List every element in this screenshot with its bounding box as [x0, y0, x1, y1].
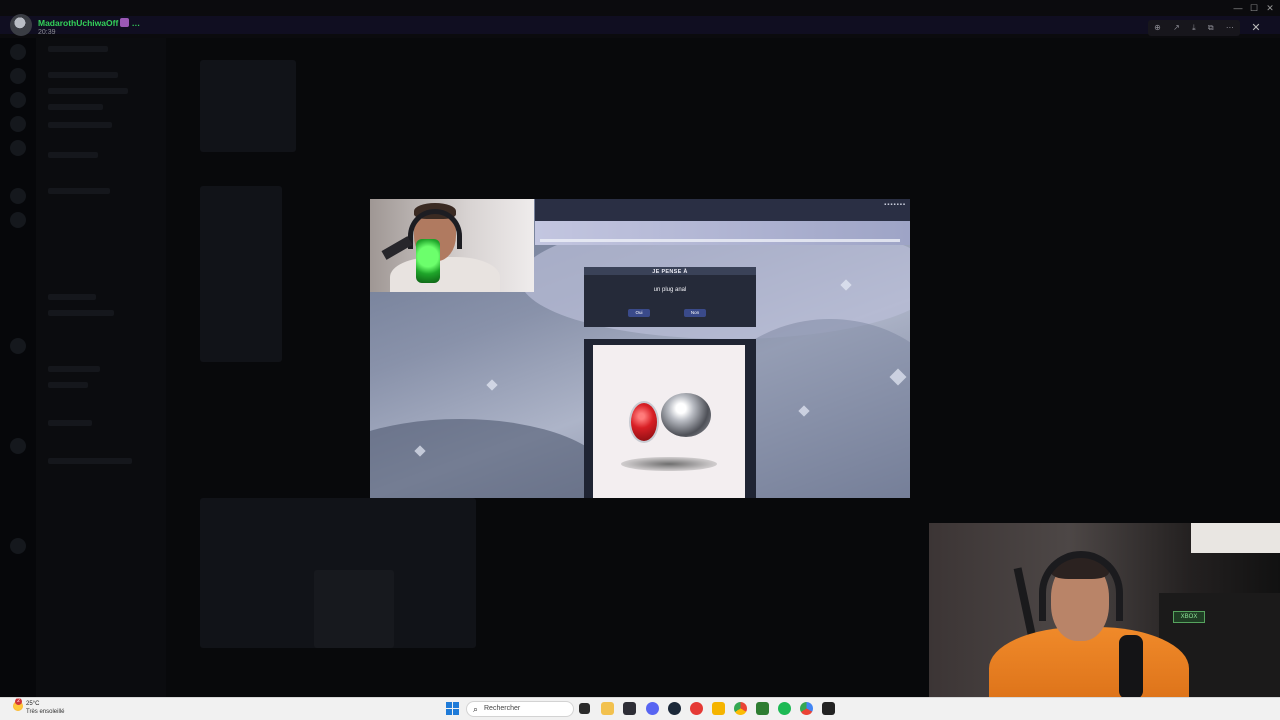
- background-shape: [370, 419, 610, 498]
- product-shadow: [621, 457, 717, 471]
- stream-image[interactable]: ▪▪▪▪▪▪▪ JE PENSE À un plug anal Oui Non: [370, 199, 910, 498]
- channel-item: [48, 152, 98, 158]
- server-icon: [10, 438, 26, 454]
- akinator-answer-card: JE PENSE À un plug anal Oui Non: [584, 267, 756, 327]
- sparkle-icon: [486, 379, 498, 391]
- channel-item: [48, 188, 110, 194]
- server-icon: [10, 538, 26, 554]
- server-icon: [10, 68, 26, 84]
- search-icon: ⌕: [473, 704, 479, 714]
- channel-item: [48, 294, 96, 300]
- file-explorer-icon[interactable]: [601, 702, 614, 715]
- weather-temperature[interactable]: 25°C: [26, 701, 39, 707]
- channel-item: [48, 46, 108, 52]
- product-frame: [584, 339, 756, 498]
- chrome-icon[interactable]: [734, 702, 747, 715]
- browser-tools-icon: ▪▪▪▪▪▪▪: [884, 202, 906, 208]
- xbox-sign: XBOX: [1173, 611, 1205, 623]
- divider: [540, 239, 900, 242]
- windows-start-icon[interactable]: [446, 702, 459, 715]
- username[interactable]: MadarothUchiwaOff …: [38, 18, 140, 28]
- weather-description[interactable]: Très ensoleillé: [26, 709, 64, 715]
- server-icon: [10, 140, 26, 156]
- notification-badge: 2: [15, 698, 22, 705]
- ellipsis: …: [129, 18, 141, 28]
- viewer-header: MadarothUchiwaOff … 20:39 — ☐ ✕ ⊕ ↗ ⤓ ⧉ …: [0, 0, 1280, 38]
- streamer-webcam-small: [370, 199, 534, 292]
- channel-item: [48, 88, 128, 94]
- room-window: [1191, 523, 1280, 553]
- app-green-icon[interactable]: [756, 702, 769, 715]
- chat-image: [200, 60, 296, 152]
- chat-image: [200, 186, 282, 362]
- akinator-title: JE PENSE À: [652, 269, 688, 275]
- chrome-alt-icon[interactable]: [800, 702, 813, 715]
- server-icon: [10, 338, 26, 354]
- minimize-button[interactable]: —: [1232, 3, 1244, 13]
- server-icon: [10, 212, 26, 228]
- close-window-button[interactable]: ✕: [1264, 3, 1276, 13]
- steam-icon[interactable]: [668, 702, 681, 715]
- channel-item: [48, 310, 114, 316]
- channel-item: [48, 420, 92, 426]
- channel-item: [48, 104, 103, 110]
- server-rail: [0, 38, 36, 697]
- spotify-icon[interactable]: [778, 702, 791, 715]
- share-icon[interactable]: ↗: [1173, 23, 1180, 33]
- browser-topbar: [535, 199, 910, 221]
- server-icon: [10, 92, 26, 108]
- avatar[interactable]: [10, 14, 32, 36]
- channel-item: [48, 366, 100, 372]
- maximize-button[interactable]: ☐: [1248, 3, 1260, 13]
- taskbar-search[interactable]: ⌕ Rechercher: [466, 701, 574, 717]
- channel-list: [36, 38, 166, 697]
- close-icon[interactable]: ✕: [1248, 20, 1264, 36]
- task-view-icon[interactable]: [579, 703, 590, 714]
- yes-button: Oui: [628, 309, 650, 317]
- windows-taskbar: 2 25°C Très ensoleillé ⌕ Rechercher: [0, 697, 1280, 720]
- product-metal-bulb: [661, 393, 711, 437]
- viewer-toolbar: ⊕ ↗ ⤓ ⧉ ⋯: [1148, 20, 1240, 36]
- akinator-answer: un plug anal: [653, 287, 687, 293]
- badge-icon: [120, 18, 130, 27]
- terminal-icon[interactable]: [623, 702, 636, 715]
- no-button: Non: [684, 309, 706, 317]
- app-red-icon[interactable]: [690, 702, 703, 715]
- header-strip: [0, 16, 1280, 34]
- person-body: [390, 257, 500, 292]
- search-placeholder: Rechercher: [484, 705, 521, 712]
- app-dark-icon[interactable]: [822, 702, 835, 715]
- microphone-icon: [416, 239, 440, 283]
- product-red-gem: [629, 401, 659, 443]
- product-image: [593, 345, 745, 498]
- server-icon: [10, 188, 26, 204]
- username-text: MadarothUchiwaOff: [38, 18, 119, 28]
- streamer-webcam-main: XBOX: [929, 523, 1280, 697]
- zoom-in-icon[interactable]: ⊕: [1154, 23, 1161, 33]
- more-icon[interactable]: ⋯: [1226, 23, 1234, 33]
- channel-item: [48, 72, 118, 78]
- channel-item: [48, 382, 88, 388]
- app-yellow-icon[interactable]: [712, 702, 725, 715]
- download-icon[interactable]: ⤓: [1192, 23, 1196, 33]
- channel-item: [48, 458, 132, 464]
- discord-icon[interactable]: [646, 702, 659, 715]
- server-icon: [10, 44, 26, 60]
- microphone-icon: [1119, 635, 1143, 697]
- channel-item: [48, 122, 112, 128]
- open-external-icon[interactable]: ⧉: [1208, 23, 1214, 33]
- timestamp: 20:39: [38, 29, 56, 36]
- server-icon: [10, 116, 26, 132]
- chat-image: [314, 570, 394, 648]
